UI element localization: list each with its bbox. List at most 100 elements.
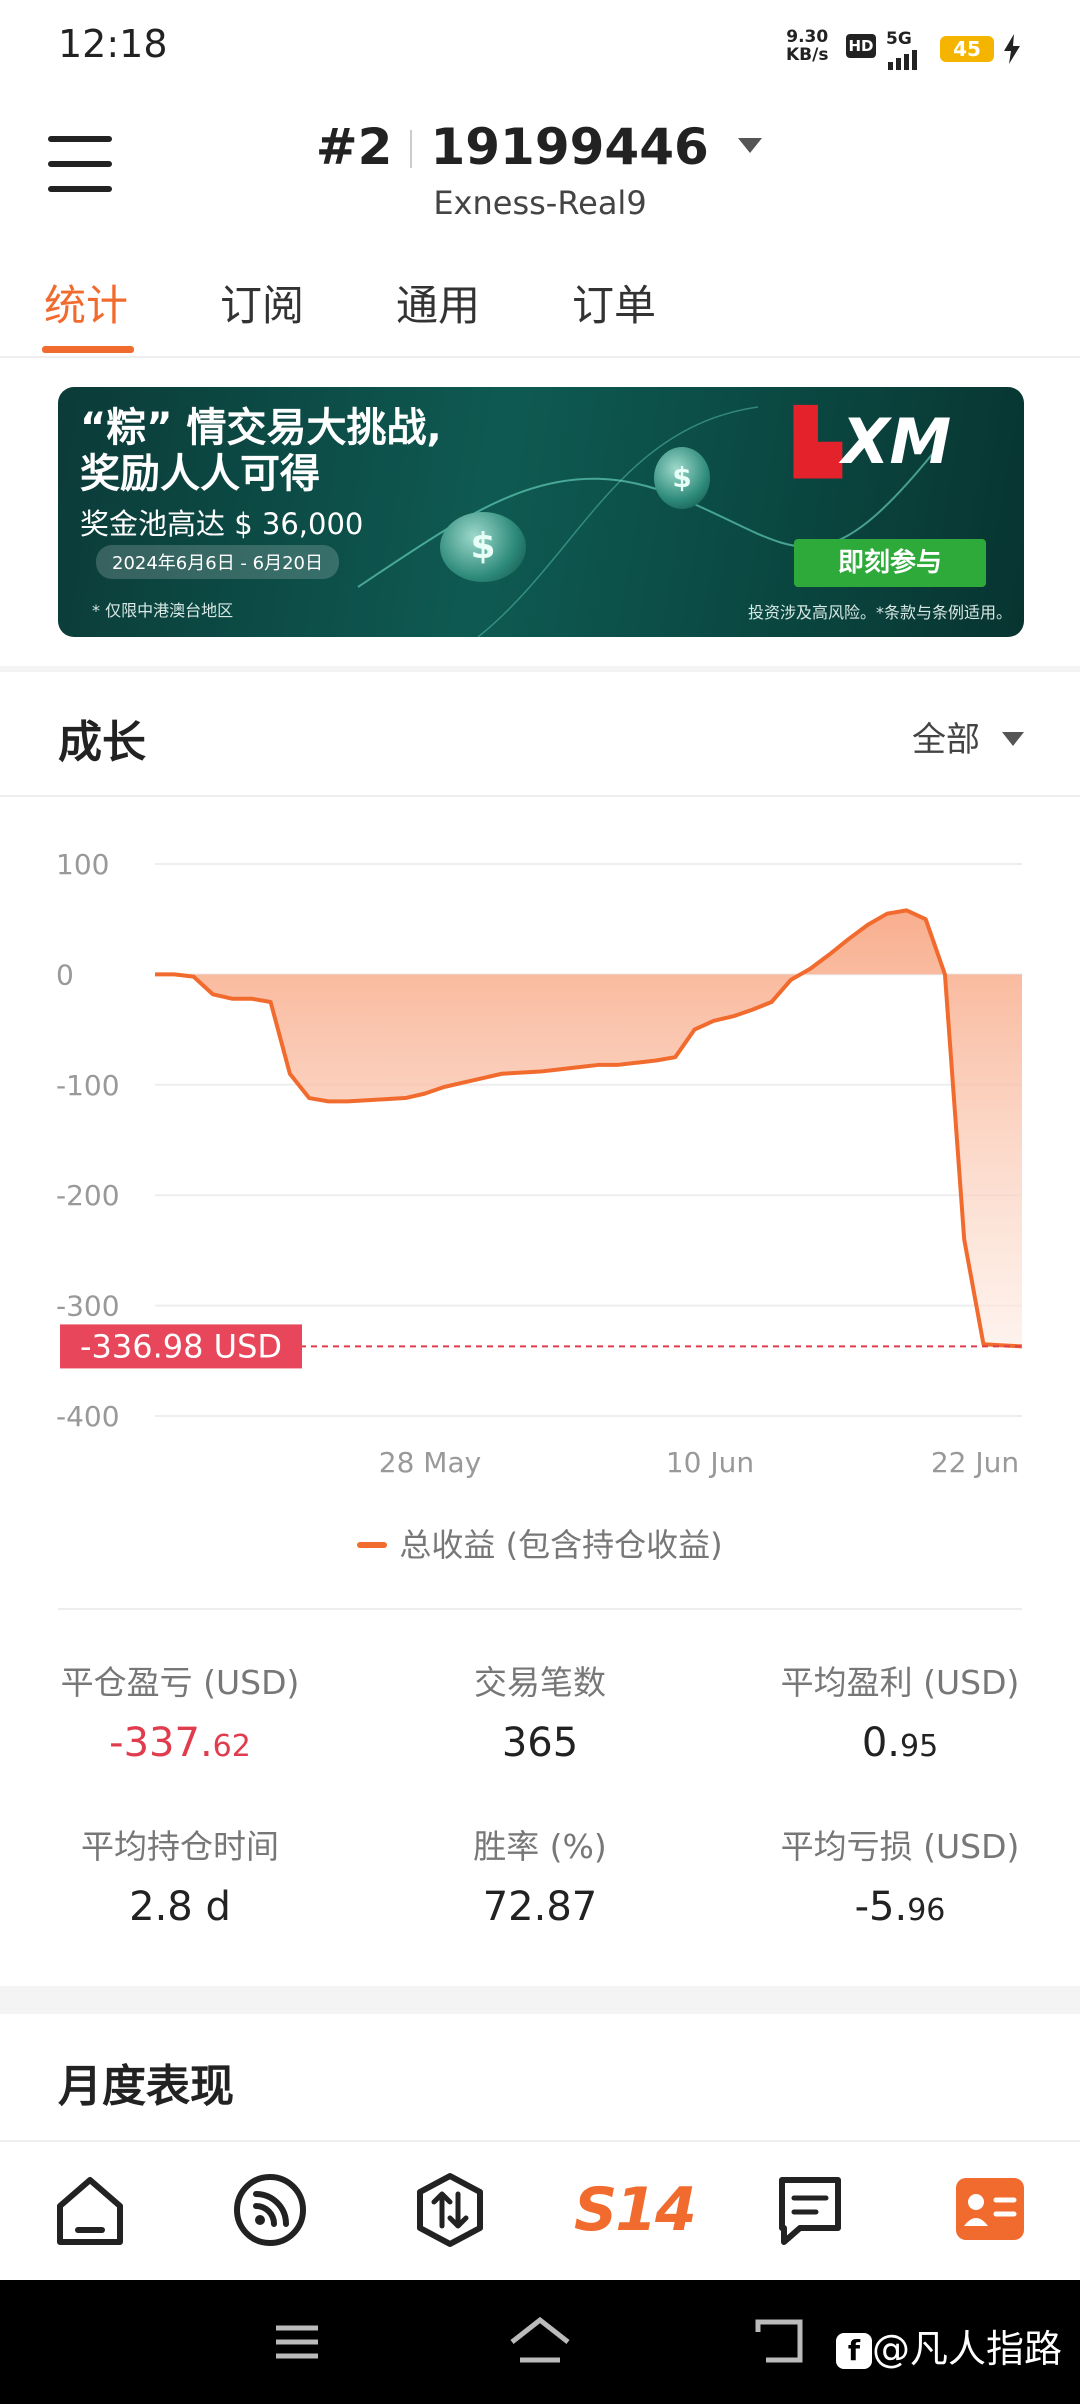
- tab-general[interactable]: 通用: [396, 272, 480, 333]
- net-speed: 9.30 KB/s: [786, 28, 828, 64]
- chart-legend: 总收益 (包含持仓收益): [0, 1520, 1080, 1566]
- watermark-text: @凡人指路: [872, 2327, 1063, 2371]
- nav-feed[interactable]: [230, 2170, 310, 2250]
- range-select[interactable]: 全部: [912, 712, 1025, 761]
- banner-headline-line2: 奖励人人可得: [80, 451, 320, 497]
- stat-value-int: -337.: [109, 1720, 213, 1766]
- legend-label: 总收益 (包含持仓收益): [399, 1526, 723, 1564]
- tab-stats[interactable]: 统计: [44, 272, 128, 333]
- y-tick-label: 0: [56, 958, 74, 991]
- stat-value-int: 2.8 d: [129, 1884, 231, 1930]
- stat-value: 2.8 d: [10, 1884, 350, 1930]
- join-now-button[interactable]: 即刻参与: [794, 539, 986, 587]
- y-tick-label: -100: [56, 1069, 120, 1102]
- net-speed-value: 9.30: [786, 27, 829, 47]
- title-separator: [410, 130, 413, 168]
- stat-value: 365: [370, 1720, 710, 1766]
- y-tick-label: -400: [56, 1400, 120, 1433]
- growth-chart: 100 0 -100 -200 -300 -400 28 May 10 Jun 22 Jun -…: [56, 848, 1023, 1479]
- monthly-performance-title: 月度表现: [58, 2061, 234, 2112]
- xm-logo-mark: ▙: [794, 405, 842, 478]
- stat-trade-count: 交易笔数 365: [370, 1656, 710, 1766]
- stat-avg-profit: 平均盈利 (USD) 0.95: [730, 1656, 1070, 1766]
- chart-area-layer: [155, 908, 1023, 1349]
- y-tick-label: 100: [56, 848, 109, 881]
- caret-down-icon: [738, 138, 763, 153]
- x-tick-label: 28 May: [379, 1446, 481, 1479]
- account-switcher[interactable]: #2 19199446: [0, 118, 1080, 176]
- stat-value-dec: 96: [907, 1893, 946, 1928]
- stat-value-int: 72.87: [482, 1884, 598, 1930]
- profile-card-icon: [956, 2178, 1024, 2240]
- growth-title: 成长: [58, 717, 146, 768]
- nav-s14[interactable]: S14: [574, 2170, 697, 2250]
- series-area: [155, 910, 1022, 1347]
- chart-marker-layer: -336.98 USD: [60, 1324, 1022, 1369]
- system-home-icon[interactable]: [508, 2316, 572, 2366]
- divider: [0, 795, 1080, 797]
- banner-disclaimer: 投资涉及高风险。*条款与条例适用。: [748, 603, 1013, 622]
- dollar-coin-icon: $: [440, 512, 526, 582]
- signal-bars-icon: [888, 50, 917, 70]
- y-tick-label: -200: [56, 1179, 120, 1212]
- banner-region-note: * 仅限中港澳台地区: [92, 601, 234, 620]
- divider: [58, 1608, 1022, 1610]
- stat-value: -337.62: [10, 1720, 350, 1766]
- stat-avg-hold-time: 平均持仓时间 2.8 d: [10, 1820, 350, 1930]
- dollar-coin-icon: $: [654, 447, 710, 509]
- divider: [0, 356, 1080, 358]
- nav-trade[interactable]: [410, 2170, 490, 2250]
- stat-label: 平仓盈亏 (USD): [60, 1663, 300, 1702]
- status-time: 12:18: [58, 22, 168, 66]
- tab-subscribe[interactable]: 订阅: [220, 272, 304, 333]
- banner-prize: 奖金池高达 $ 36,000: [80, 507, 364, 541]
- message-icon: [779, 2177, 841, 2245]
- stat-value: 72.87: [370, 1884, 710, 1930]
- stat-label: 平均盈利 (USD): [780, 1663, 1020, 1702]
- section-gap: [0, 1986, 1080, 2014]
- back-icon[interactable]: [754, 2318, 804, 2364]
- caret-down-icon: [1001, 732, 1024, 746]
- stat-win-rate: 胜率 (%) 72.87: [370, 1820, 710, 1930]
- stat-value-int: 0.: [861, 1720, 900, 1766]
- x-tick-label: 22 Jun: [931, 1446, 1019, 1479]
- nav-home[interactable]: [50, 2170, 130, 2250]
- y-tick-label: -300: [56, 1290, 120, 1323]
- watermark: f @凡人指路: [836, 2318, 1062, 2373]
- stat-value-int: -5.: [854, 1884, 908, 1930]
- section-gap: [0, 666, 1080, 672]
- stat-label: 平均持仓时间: [81, 1827, 279, 1866]
- bottom-nav: [0, 2140, 1080, 2282]
- range-select-label: 全部: [912, 720, 980, 760]
- stat-label: 平均亏损 (USD): [780, 1827, 1020, 1866]
- net-speed-unit: KB/s: [786, 45, 829, 65]
- xm-logo-text: XM: [841, 405, 952, 478]
- stat-value-dec: 62: [212, 1729, 251, 1764]
- recent-apps-icon[interactable]: [272, 2320, 322, 2364]
- banner-date: 2024年6月6日 - 6月20日: [96, 545, 340, 579]
- promo-banner[interactable]: “粽” 情交易大挑战, 奖励人人可得 奖金池高达 $ 36,000 2024年6…: [58, 387, 1024, 637]
- nav-profile[interactable]: [950, 2170, 1030, 2250]
- hd-icon: HD: [846, 34, 876, 58]
- tab-indicator: [42, 346, 134, 353]
- stat-label: 胜率 (%): [473, 1827, 607, 1866]
- home-icon: [57, 2177, 123, 2245]
- stat-value: 0.95: [730, 1720, 1070, 1766]
- stat-value: -5.96: [730, 1884, 1070, 1930]
- stat-value-dec: 95: [899, 1729, 939, 1764]
- current-value-label: -336.98 USD: [80, 1327, 282, 1365]
- tab-orders[interactable]: 订单: [572, 272, 656, 333]
- trade-arrows-icon: [417, 2173, 483, 2247]
- charging-icon: [1004, 34, 1020, 64]
- network-label: 5G: [886, 29, 912, 49]
- x-tick-label: 10 Jun: [666, 1446, 754, 1479]
- facebook-icon: f: [836, 2333, 872, 2369]
- account-number: 19199446: [430, 118, 709, 176]
- account-server: Exness-Real9: [433, 184, 647, 222]
- legend-line-swatch: [357, 1542, 388, 1548]
- xm-logo: ▙XM: [794, 405, 951, 478]
- nav-messages[interactable]: [770, 2170, 850, 2250]
- banner-headline-line1: “粽” 情交易大挑战,: [80, 405, 442, 451]
- account-index: #2: [315, 118, 393, 176]
- signal-icon: 5G: [886, 30, 930, 74]
